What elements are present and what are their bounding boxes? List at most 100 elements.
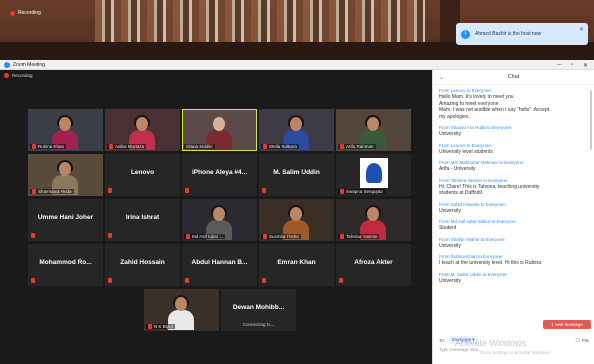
muted-icon bbox=[32, 189, 36, 194]
muted-icon bbox=[148, 324, 152, 329]
participant-name: Tahsina Yasmin bbox=[346, 234, 378, 239]
muted-icon bbox=[340, 234, 344, 239]
participant-tile[interactable]: Arifa Rahman bbox=[336, 109, 411, 151]
participant-tile[interactable]: Rubina Khan bbox=[28, 109, 103, 151]
participant-tile[interactable]: Zahid Hossain bbox=[105, 244, 180, 286]
new-message-label: 1 new message bbox=[551, 322, 583, 327]
participant-tile[interactable]: iPhone Aleya #4... bbox=[182, 154, 257, 196]
close-icon[interactable]: ✕ bbox=[579, 26, 584, 33]
participant-tile[interactable]: Abdul Hannan B... bbox=[182, 244, 257, 286]
message-text: students at Daffodil. bbox=[439, 190, 484, 196]
participant-name: Zahid Hossain bbox=[120, 259, 165, 266]
message-text: University bbox=[439, 207, 461, 214]
participant-name-tag: Swapna Sengupta bbox=[338, 189, 385, 194]
participant-tile[interactable]: Irina Ishrat bbox=[105, 199, 180, 241]
chat-message: From Rubina Khan to Everyone: I teach at… bbox=[439, 254, 589, 267]
participant-tile[interactable]: N K Bipul bbox=[144, 289, 219, 331]
chat-panel: ⌄ Chat From Lenovo to Everyone: Hello Ma… bbox=[432, 70, 594, 364]
participant-name: Adiba Murtaza bbox=[115, 144, 145, 149]
window-title: Zoom Meeting bbox=[13, 61, 45, 68]
muted-icon bbox=[262, 188, 266, 193]
bookshelf-background bbox=[95, 0, 425, 42]
participant-tile[interactable]: Umme Hani Joher bbox=[28, 199, 103, 241]
participant-name-tag: Stella Sultana bbox=[261, 144, 299, 149]
participant-tile[interactable]: M. Salim Uddin bbox=[259, 154, 334, 196]
gallery-view: Recording Rubina Khan Adiba Murtaza Olan… bbox=[0, 70, 432, 364]
record-dot-icon bbox=[10, 10, 15, 16]
profile-picture bbox=[360, 158, 388, 188]
close-window-icon[interactable]: ✕ bbox=[583, 62, 588, 69]
file-icon: ▢ bbox=[575, 337, 580, 342]
muted-icon bbox=[339, 278, 343, 283]
participant-name: Dewan Mohibb... bbox=[232, 304, 285, 311]
chat-message: From Lenovo to Everyone: Hello Mam. It's… bbox=[439, 88, 589, 120]
chat-header: ⌄ Chat bbox=[433, 70, 594, 85]
chat-message: From Mrs Mahbubar Rahman to Everyone: Ar… bbox=[439, 160, 589, 173]
participant-tile[interactable]: Emran Khan bbox=[259, 244, 334, 286]
connecting-status: Connecting to... bbox=[242, 322, 275, 327]
chat-scrollbar[interactable] bbox=[590, 90, 592, 150]
muted-icon bbox=[263, 144, 267, 149]
participant-name-tag: Olana Siddiki bbox=[184, 144, 215, 149]
participant-name: N K Bipul bbox=[154, 324, 173, 329]
participant-name: Olana Siddiki bbox=[186, 144, 213, 149]
muted-icon bbox=[185, 188, 189, 193]
recording-label: Recording bbox=[12, 73, 33, 78]
recording-indicator-top: Recording bbox=[10, 10, 41, 16]
maximize-icon[interactable]: ▫ bbox=[571, 62, 573, 68]
participant-name-tag: Shamsiara Huda bbox=[30, 189, 74, 194]
participant-name-tag: Tahsina Yasmin bbox=[338, 234, 380, 239]
minimize-icon[interactable]: – bbox=[557, 62, 560, 68]
participant-name: Susmita Trisha bbox=[269, 234, 299, 239]
muted-icon bbox=[263, 234, 267, 239]
profile-graphic bbox=[366, 163, 382, 183]
participant-tile[interactable]: Swapna Sengupta bbox=[336, 154, 411, 196]
participant-name: Swapna Sengupta bbox=[346, 189, 383, 194]
participant-name-tag: N K Bipul bbox=[146, 324, 175, 329]
chat-message: From Shahjin Mahin to Everyone: Universi… bbox=[439, 237, 589, 250]
participant-name: Afroza Akter bbox=[354, 259, 393, 266]
chat-message-list: From Lenovo to Everyone: Hello Mam. It's… bbox=[439, 88, 589, 289]
chat-message: From Zahid Hossain to Everyone: Universi… bbox=[439, 202, 589, 215]
message-text: University bbox=[439, 242, 461, 249]
participant-name: iPhone Aleya #4... bbox=[191, 169, 248, 176]
message-text: Arifa - University bbox=[439, 166, 476, 172]
file-button[interactable]: ▢ File bbox=[575, 337, 589, 343]
participant-tile[interactable]: Dewan Mohibb... Connecting to... bbox=[221, 289, 296, 331]
participant-tile[interactable]: Afroza Akter bbox=[336, 244, 411, 286]
participant-tile[interactable]: Lenovo bbox=[105, 154, 180, 196]
new-message-button[interactable]: 1 new message bbox=[543, 320, 591, 329]
participant-tile[interactable]: Shamsiara Huda bbox=[28, 154, 103, 196]
chat-message: From Md Asif Iqbal Saikot to Everyone: S… bbox=[439, 219, 589, 232]
muted-icon bbox=[108, 278, 112, 283]
participant-name: Abdul Hannan B... bbox=[191, 259, 248, 266]
chat-message: From M. Salim Uddin to Everyone: Univers… bbox=[439, 272, 589, 285]
participant-name-tag: Rubina Khan bbox=[30, 144, 67, 149]
muted-icon bbox=[32, 144, 36, 149]
participant-name: Mohammod Ro... bbox=[39, 259, 92, 266]
participant-tile[interactable]: Stella Sultana bbox=[259, 109, 334, 151]
message-text: University bbox=[439, 277, 461, 284]
participant-tile[interactable]: Susmita Trisha bbox=[259, 199, 334, 241]
participant-name: Shamsiara Huda bbox=[38, 189, 72, 194]
to-label: To: bbox=[439, 337, 446, 343]
muted-icon bbox=[262, 278, 266, 283]
muted-icon bbox=[340, 144, 344, 149]
message-text: University level students bbox=[439, 148, 493, 155]
participant-tile[interactable]: Tahsina Yasmin bbox=[336, 199, 411, 241]
participant-tile[interactable]: Adiba Murtaza bbox=[105, 109, 180, 151]
participant-tile-active-speaker[interactable]: Olana Siddiki bbox=[182, 109, 257, 151]
participant-name: Umme Hani Joher bbox=[37, 214, 94, 221]
chat-message: From Shamsi Ara Huda to Everyone: Univer… bbox=[439, 125, 589, 138]
host-change-toast[interactable]: i Ahmed Bashir is the host now ✕ bbox=[456, 23, 588, 45]
participant-name-tag: Susmita Trisha bbox=[261, 234, 301, 239]
chat-message: From Tahsina Yasmin to Everyone: Hi, Cla… bbox=[439, 178, 589, 197]
participant-tile[interactable]: Md Asif Iqbal ... bbox=[182, 199, 257, 241]
participant-tile[interactable]: Mohammod Ro... bbox=[28, 244, 103, 286]
muted-icon bbox=[108, 188, 112, 193]
muted-icon bbox=[340, 189, 344, 194]
muted-icon bbox=[109, 144, 113, 149]
file-label: File bbox=[581, 337, 589, 343]
chevron-down-icon[interactable]: ⌄ bbox=[439, 74, 444, 81]
message-text: Student bbox=[439, 225, 457, 231]
